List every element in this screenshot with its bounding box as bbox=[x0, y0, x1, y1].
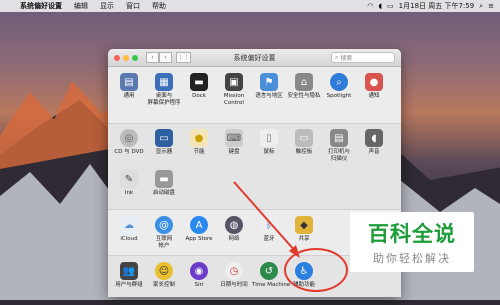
annotation-circle bbox=[284, 248, 348, 292]
brand-watermark: 百科全说 助你轻松解决 bbox=[350, 212, 474, 272]
brand-title: 百科全说 bbox=[368, 222, 456, 246]
brand-subtitle: 助你轻松解决 bbox=[373, 252, 451, 265]
